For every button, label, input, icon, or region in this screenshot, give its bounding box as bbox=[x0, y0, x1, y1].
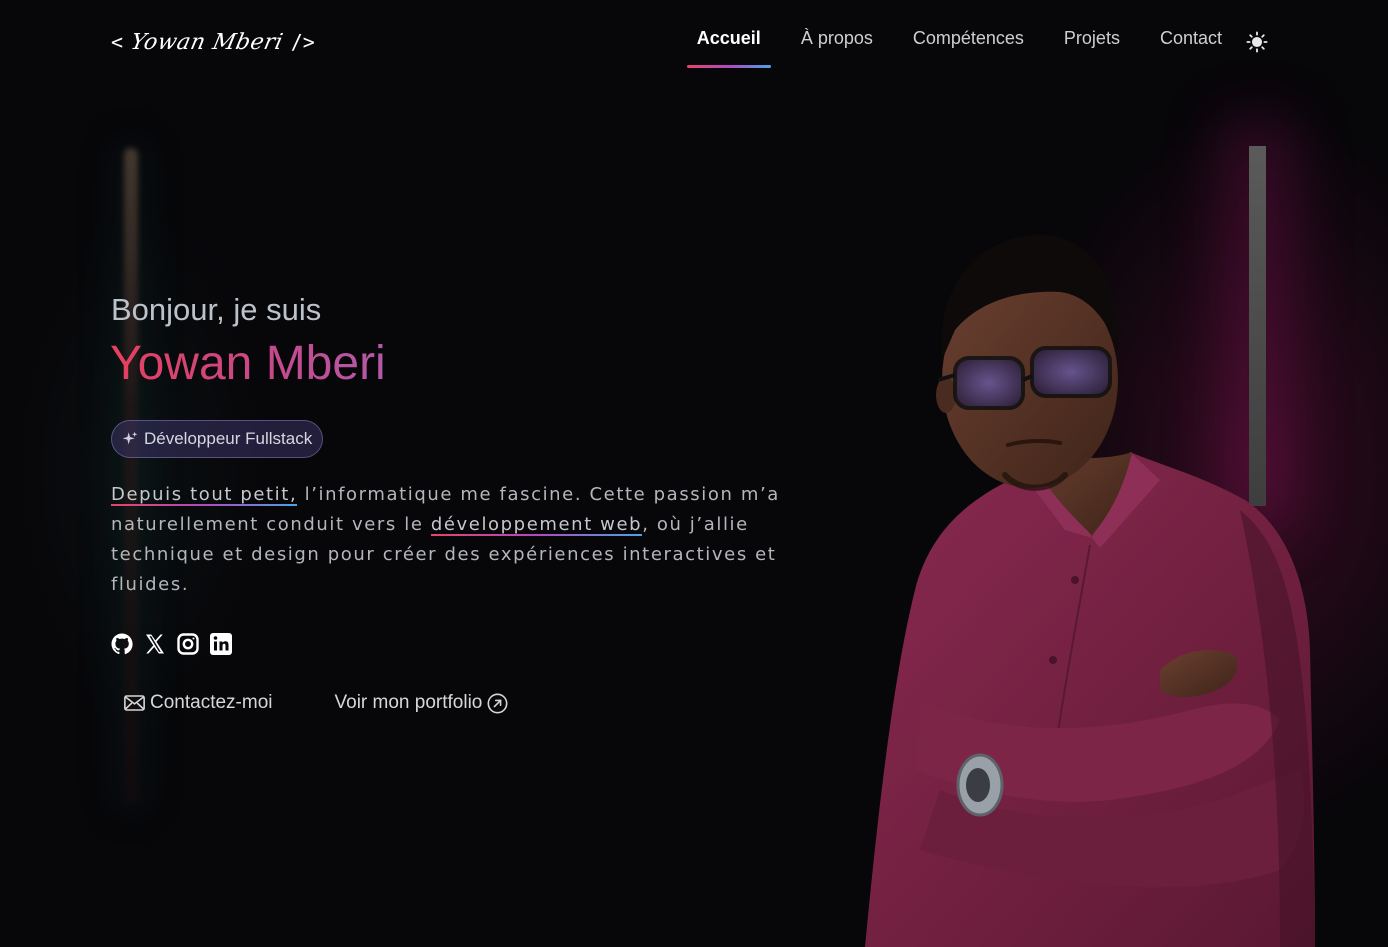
bio-highlight-2: développement web bbox=[430, 514, 643, 535]
nav-item-contact[interactable]: Contact bbox=[1160, 28, 1222, 55]
page: < Yowan Mberi /> Accueil À propos Compét… bbox=[0, 0, 1388, 947]
x-icon bbox=[146, 634, 164, 654]
site-header: < Yowan Mberi /> Accueil À propos Compét… bbox=[0, 0, 1388, 80]
hero-greeting: Bonjour, je suis bbox=[111, 292, 322, 327]
hero-bio: Depuis tout petit, l’informatique me fas… bbox=[111, 480, 791, 600]
instagram-icon bbox=[177, 633, 199, 655]
role-badge-label: Développeur Fullstack bbox=[144, 429, 313, 448]
contact-button-label: Contactez-moi bbox=[150, 692, 273, 713]
linkedin-link[interactable] bbox=[209, 632, 233, 656]
profile-photo bbox=[865, 234, 1315, 947]
nav-item-projets[interactable]: Projets bbox=[1064, 28, 1120, 55]
portfolio-button[interactable]: Voir mon portfolio bbox=[335, 692, 509, 714]
nav-item-competences[interactable]: Compétences bbox=[913, 28, 1024, 55]
contact-button[interactable]: Contactez-moi bbox=[124, 692, 273, 714]
instagram-link[interactable] bbox=[176, 632, 200, 656]
role-badge: Développeur Fullstack bbox=[111, 420, 324, 458]
linkedin-icon bbox=[210, 633, 232, 655]
hero-name: Yowan Mberi bbox=[110, 337, 386, 390]
social-links bbox=[110, 632, 233, 656]
sun-icon bbox=[1246, 30, 1268, 53]
logo[interactable]: < Yowan Mberi /> bbox=[111, 24, 315, 60]
logo-signature: Yowan Mberi bbox=[128, 29, 286, 55]
main-nav: Accueil À propos Compétences Projets Con… bbox=[686, 28, 1268, 68]
mail-icon bbox=[124, 695, 145, 711]
nav-item-a-propos[interactable]: À propos bbox=[801, 28, 873, 55]
logo-close-bracket: /> bbox=[290, 30, 315, 54]
sparkle-icon bbox=[122, 431, 138, 445]
nav-item-accueil[interactable]: Accueil bbox=[686, 28, 771, 68]
logo-open-bracket: < bbox=[111, 30, 124, 54]
portfolio-button-label: Voir mon portfolio bbox=[334, 692, 483, 713]
theme-toggle-button[interactable] bbox=[1246, 30, 1268, 53]
github-link[interactable] bbox=[110, 632, 134, 656]
hero-cta-row: Contactez-moi Voir mon portfolio bbox=[124, 692, 508, 714]
arrow-up-right-icon bbox=[487, 693, 508, 713]
x-link[interactable] bbox=[143, 632, 167, 656]
bio-highlight-1: Depuis tout petit, bbox=[111, 484, 298, 505]
github-icon bbox=[111, 633, 133, 655]
